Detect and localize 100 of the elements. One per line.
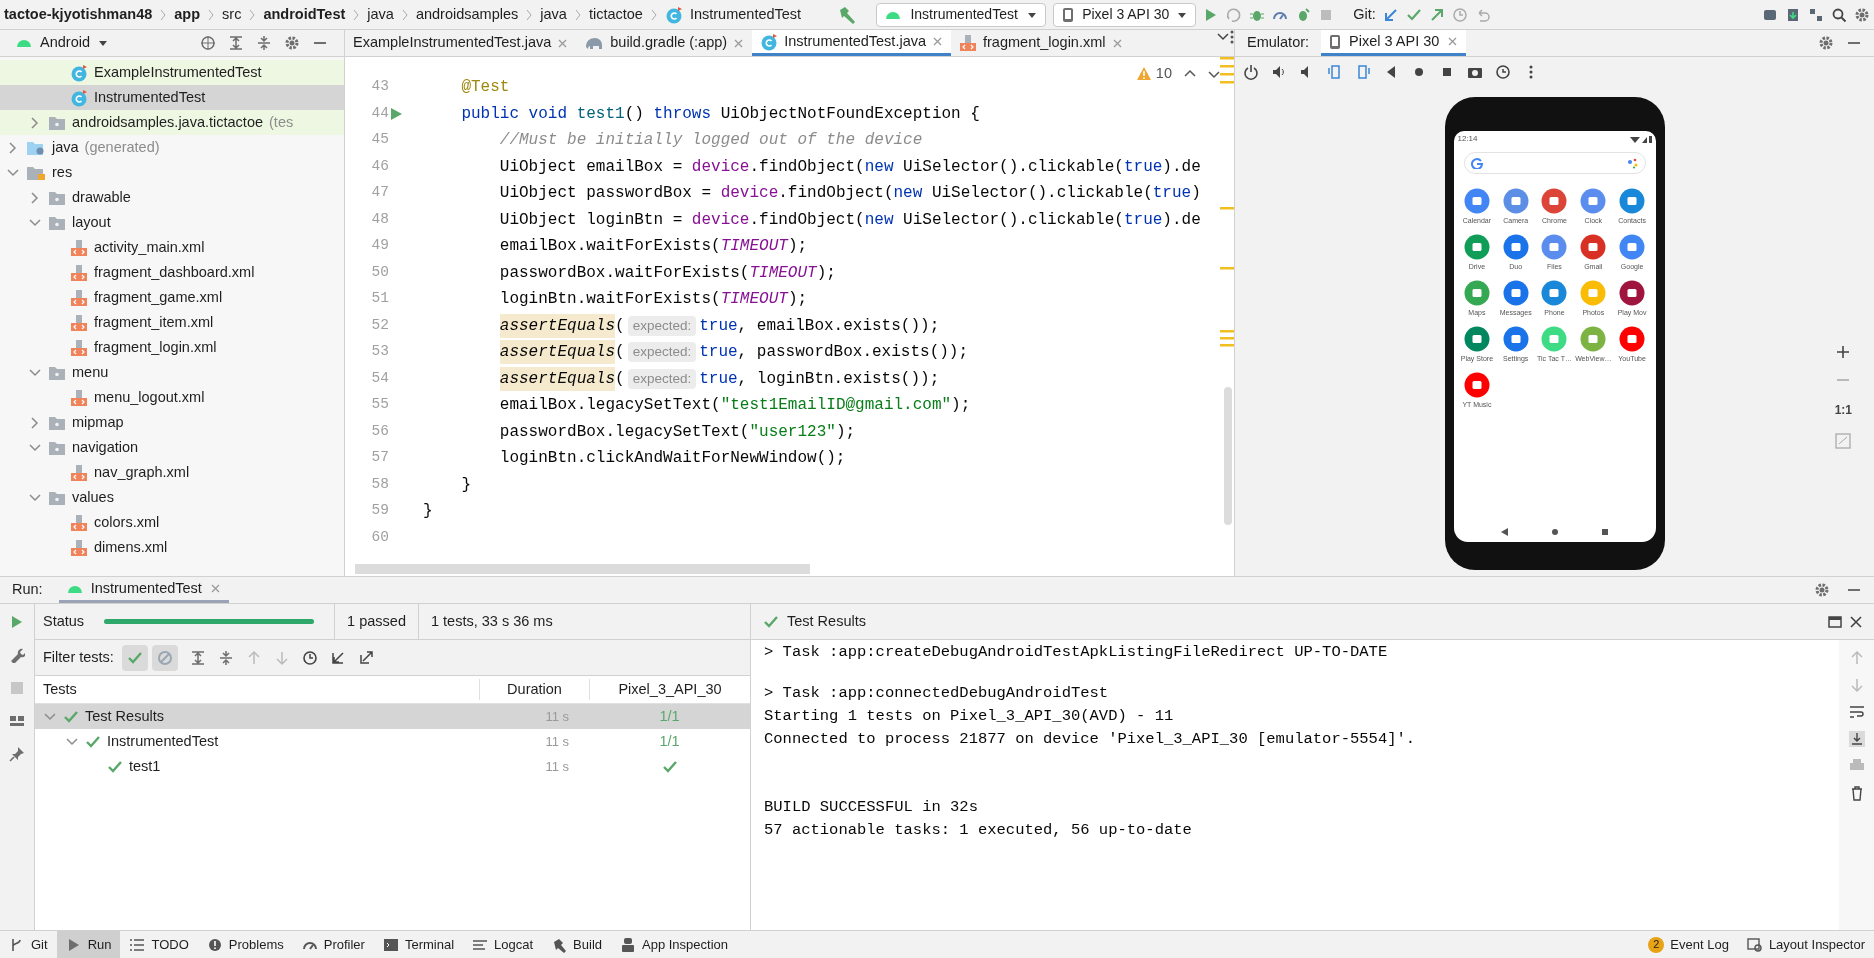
app-icon[interactable]	[1502, 326, 1529, 352]
breadcrumb[interactable]: tictactoe	[588, 3, 643, 26]
app-icon[interactable]	[1463, 372, 1490, 398]
tool-window-button[interactable]: App Inspection	[611, 931, 738, 958]
tree-item[interactable]: activity_main.xml	[0, 235, 344, 260]
update-arrow-icon[interactable]	[1382, 6, 1399, 23]
settings-icon[interactable]	[284, 35, 300, 51]
locate-icon[interactable]	[200, 35, 216, 51]
import-icon[interactable]	[329, 649, 346, 666]
app-icon[interactable]	[1541, 280, 1568, 306]
breadcrumb[interactable]: java	[367, 3, 394, 26]
export-icon[interactable]	[357, 649, 374, 666]
wrench-icon[interactable]	[9, 647, 25, 663]
home-icon[interactable]	[1550, 528, 1559, 536]
tree-item[interactable]: fragment_login.xml	[0, 335, 344, 360]
device-dropdown[interactable]: Pixel 3 API 30	[1053, 2, 1197, 27]
volume-up-icon[interactable]	[1271, 64, 1287, 80]
app-icon[interactable]	[1619, 234, 1646, 260]
tree-item[interactable]: menu	[0, 360, 344, 385]
breadcrumb[interactable]: app	[174, 3, 201, 26]
column-header[interactable]: Tests	[35, 678, 479, 701]
actual-size-button[interactable]: 1:1	[1834, 401, 1852, 419]
tool-window-button[interactable]: 2 Event Log	[1639, 931, 1738, 958]
search-icon[interactable]	[1831, 6, 1847, 23]
tree-item[interactable]: androidsamples.java.tictactoe (tes	[0, 110, 344, 135]
app-icon[interactable]	[1541, 188, 1568, 214]
tool-window-button[interactable]: TODO	[120, 931, 198, 958]
tree-item[interactable]: fragment_dashboard.xml	[0, 260, 344, 285]
tool-window-button[interactable]: Problems	[197, 931, 293, 958]
expand-all-icon[interactable]	[189, 649, 206, 666]
rotate-right-icon[interactable]	[1355, 64, 1371, 80]
run-config-dropdown[interactable]: InstrumentedTest	[876, 2, 1047, 27]
app-icon[interactable]	[1541, 234, 1568, 260]
tree-item[interactable]: navigation	[0, 435, 344, 460]
breadcrumb[interactable]: tactoe-kjyotishman48	[4, 3, 153, 26]
snapshot-icon[interactable]	[1495, 64, 1511, 80]
horizontal-scrollbar[interactable]	[355, 564, 810, 574]
breadcrumb[interactable]: java	[540, 3, 567, 26]
test-row[interactable]: InstrumentedTest 11 s 1/1	[35, 729, 750, 754]
expand-all-icon[interactable]	[228, 35, 244, 51]
breadcrumb[interactable]: androidsamples	[415, 3, 519, 26]
close-icon[interactable]	[1850, 615, 1862, 628]
app-icon[interactable]	[1502, 280, 1529, 306]
tree-item[interactable]: ExampleInstrumentedTest	[0, 60, 344, 85]
breadcrumb[interactable]: InstrumentedTest	[689, 3, 802, 26]
structure-icon[interactable]	[1808, 6, 1824, 23]
app-icon[interactable]	[1502, 234, 1529, 260]
rotate-left-icon[interactable]	[1327, 64, 1343, 80]
tool-window-button[interactable]: Profiler	[292, 931, 374, 958]
tree-item[interactable]: fragment_game.xml	[0, 285, 344, 310]
app-icon[interactable]	[1619, 188, 1646, 214]
back-icon[interactable]	[1500, 528, 1509, 536]
tree-item[interactable]: colors.xml	[0, 510, 344, 535]
zoom-in-icon[interactable]	[1836, 345, 1851, 359]
tool-window-button[interactable]: Git	[0, 931, 57, 958]
app-icon[interactable]	[1580, 234, 1607, 260]
column-header[interactable]: Pixel_3_API_30	[589, 678, 750, 701]
app-icon[interactable]	[1619, 326, 1646, 352]
column-header[interactable]: Duration	[479, 678, 589, 701]
rerun-icon[interactable]	[1226, 6, 1243, 23]
breadcrumb[interactable]: src	[222, 3, 242, 26]
tool-window-button[interactable]: Logcat	[463, 931, 543, 958]
soft-wrap-icon[interactable]	[1848, 704, 1865, 720]
test-row[interactable]: test1 11 s	[35, 754, 750, 779]
tool-window-button[interactable]: Build	[542, 931, 611, 958]
tool-window-button[interactable]: Run	[56, 931, 121, 958]
tool-window-button[interactable]: Terminal	[373, 931, 464, 958]
editor-tab[interactable]: fragment_login.xml	[951, 30, 1131, 56]
show-ignored-toggle[interactable]	[151, 644, 178, 671]
power-icon[interactable]	[1243, 64, 1259, 80]
run-test-icon[interactable]	[389, 106, 403, 121]
layout-icon[interactable]	[9, 713, 25, 729]
breadcrumb[interactable]: androidTest	[263, 3, 346, 26]
tree-item[interactable]: layout	[0, 210, 344, 235]
tree-item[interactable]: mipmap	[0, 410, 344, 435]
collapse-all-icon[interactable]	[256, 35, 272, 51]
run-tab[interactable]: InstrumentedTest	[58, 577, 229, 603]
editor-tab[interactable]: InstrumentedTest.java	[752, 30, 951, 56]
tree-item[interactable]: nav_graph.xml	[0, 460, 344, 485]
tree-item[interactable]: menu_logout.xml	[0, 385, 344, 410]
editor-tab[interactable]: ExampleInstrumentedTest.java	[345, 30, 577, 56]
tool-window-button[interactable]: Layout Inspector	[1737, 931, 1874, 958]
pin-icon[interactable]	[9, 746, 25, 762]
show-passed-toggle[interactable]	[121, 644, 148, 671]
overview-icon[interactable]	[1600, 528, 1609, 536]
vertical-scrollbar[interactable]	[1224, 387, 1232, 525]
tree-item[interactable]: dimens.xml	[0, 535, 344, 560]
history-icon[interactable]	[1451, 6, 1468, 23]
tree-item[interactable]: res	[0, 160, 344, 185]
tree-item[interactable]: fragment_item.xml	[0, 310, 344, 335]
clock-icon[interactable]	[301, 649, 318, 666]
scroll-to-end-icon[interactable]	[1848, 731, 1865, 747]
app-icon[interactable]	[1463, 234, 1490, 260]
tree-item[interactable]: drawable	[0, 185, 344, 210]
warning-count[interactable]: 10	[1155, 63, 1172, 85]
app-icon[interactable]	[1580, 188, 1607, 214]
emulator-tab[interactable]: Pixel 3 API 30	[1321, 30, 1467, 56]
app-icon[interactable]	[1502, 188, 1529, 214]
tree-item[interactable]: java (generated)	[0, 135, 344, 160]
sdk-manager-icon[interactable]	[1785, 6, 1801, 23]
